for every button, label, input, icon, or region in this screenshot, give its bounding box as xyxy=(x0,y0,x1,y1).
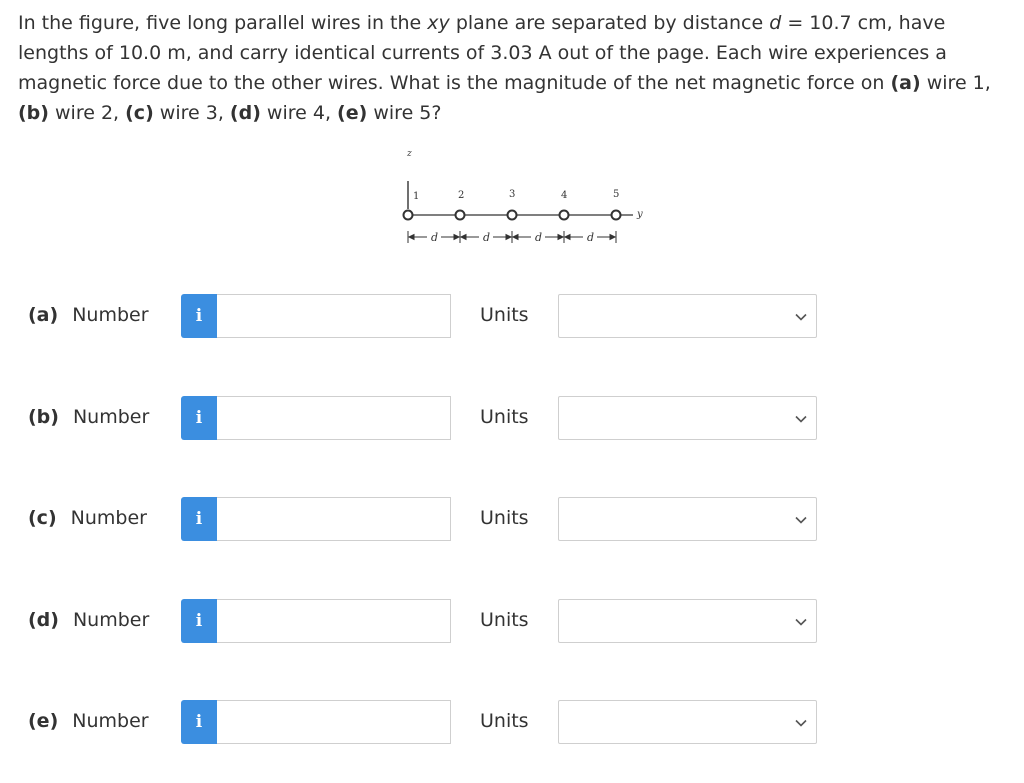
wire-1 xyxy=(402,209,414,221)
units-label-d: Units xyxy=(480,609,529,631)
part-a-number-label: Number xyxy=(72,304,149,326)
question-part-e: (e) xyxy=(337,102,368,124)
wire-1-label: 1 xyxy=(413,191,419,202)
question-distance-var: d xyxy=(769,12,782,34)
question-part-a: (a) xyxy=(890,72,921,94)
question-part-d: (d) xyxy=(229,102,261,124)
answer-row-c: (c) Number i Units xyxy=(0,497,1024,543)
question-part-b: (b) xyxy=(18,102,49,124)
question-mid1: plane are separated by distance xyxy=(449,12,770,34)
wire-2-label: 2 xyxy=(458,190,464,201)
wire-4-label: 4 xyxy=(561,190,567,201)
answer-row-e: (e) Number i Units xyxy=(0,700,1024,746)
question-part-c-text: wire 3, xyxy=(153,102,230,124)
part-c-number-label: Number xyxy=(70,507,147,529)
chevron-down-icon xyxy=(795,719,807,727)
units-select-e[interactable] xyxy=(558,700,817,744)
wire-3-label: 3 xyxy=(509,189,515,200)
wire-4 xyxy=(558,209,570,221)
question-part-d-text: wire 4, xyxy=(260,102,338,124)
wire-5-label: 5 xyxy=(613,189,619,200)
wires-figure: z y 1 2 3 4 5 d d d d xyxy=(402,149,643,244)
part-a-letter: (a) xyxy=(28,304,59,326)
number-input-b[interactable] xyxy=(217,396,451,440)
info-button-c[interactable]: i xyxy=(181,497,217,541)
wire-2 xyxy=(454,209,466,221)
info-button-a[interactable]: i xyxy=(181,294,217,338)
y-axis-label: y xyxy=(636,209,643,220)
units-select-b[interactable] xyxy=(558,396,817,440)
question-plane-var: xy xyxy=(427,12,450,34)
number-input-a[interactable] xyxy=(217,294,451,338)
units-label-b: Units xyxy=(480,406,529,428)
chevron-down-icon xyxy=(795,415,807,423)
part-a-label: (a) Number xyxy=(28,304,149,326)
units-label-c: Units xyxy=(480,507,529,529)
info-button-e[interactable]: i xyxy=(181,700,217,744)
part-e-number-label: Number xyxy=(72,710,149,732)
info-button-b[interactable]: i xyxy=(181,396,217,440)
units-label-e: Units xyxy=(480,710,529,732)
part-e-label: (e) Number xyxy=(28,710,149,732)
units-select-a[interactable] xyxy=(558,294,817,338)
wire-3 xyxy=(506,209,518,221)
chevron-down-icon xyxy=(795,618,807,626)
part-b-letter: (b) xyxy=(28,406,59,428)
distance-label-4: d xyxy=(587,231,594,244)
answer-row-b: (b) Number i Units xyxy=(0,396,1024,442)
question-part-e-text: wire 5? xyxy=(367,102,442,124)
part-c-letter: (c) xyxy=(28,507,57,529)
units-label-a: Units xyxy=(480,304,529,326)
part-e-letter: (e) xyxy=(28,710,59,732)
distance-label-3: d xyxy=(535,231,542,244)
part-d-label: (d) Number xyxy=(28,609,149,631)
part-b-label: (b) Number xyxy=(28,406,149,428)
part-c-label: (c) Number xyxy=(28,507,147,529)
wire-5 xyxy=(610,209,622,221)
part-b-number-label: Number xyxy=(72,406,150,428)
chevron-down-icon xyxy=(795,516,807,524)
units-select-d[interactable] xyxy=(558,599,817,643)
z-axis-label: z xyxy=(406,149,412,159)
question-part-b-text: wire 2, xyxy=(48,102,126,124)
question-text: In the figure, five long parallel wires … xyxy=(18,8,1008,128)
number-input-e[interactable] xyxy=(217,700,451,744)
part-d-letter: (d) xyxy=(28,609,59,631)
answer-row-d: (d) Number i Units xyxy=(0,599,1024,645)
question-part-c: (c) xyxy=(125,102,154,124)
number-input-c[interactable] xyxy=(217,497,451,541)
units-select-c[interactable] xyxy=(558,497,817,541)
chevron-down-icon xyxy=(795,313,807,321)
question-intro: In the figure, five long parallel wires … xyxy=(18,12,428,34)
answer-row-a: (a) Number i Units xyxy=(0,294,1024,340)
question-part-a-text: wire 1, xyxy=(920,72,991,94)
part-d-number-label: Number xyxy=(72,609,150,631)
number-input-d[interactable] xyxy=(217,599,451,643)
info-button-d[interactable]: i xyxy=(181,599,217,643)
distance-label-2: d xyxy=(483,231,490,244)
distance-label-1: d xyxy=(431,231,438,244)
